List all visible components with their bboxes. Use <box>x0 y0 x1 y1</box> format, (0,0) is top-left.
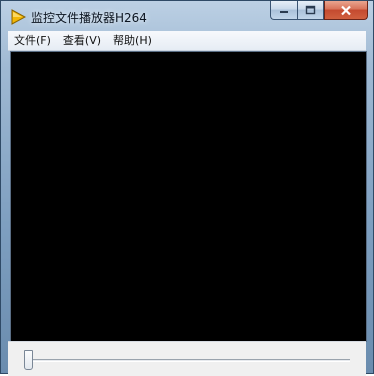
seek-slider-thumb[interactable] <box>24 350 33 370</box>
title-bar[interactable]: 监控文件播放器H264 <box>1 1 373 31</box>
menu-help[interactable]: 帮助(H) <box>107 31 158 50</box>
video-display[interactable] <box>10 51 367 342</box>
seek-slider-track[interactable] <box>24 359 350 362</box>
menu-bar: 文件(F) 查看(V) 帮助(H) <box>8 31 366 51</box>
menu-view[interactable]: 查看(V) <box>57 31 107 50</box>
minimize-icon <box>280 11 288 13</box>
menu-file[interactable]: 文件(F) <box>8 31 57 50</box>
playback-controls <box>8 341 366 376</box>
close-icon <box>341 5 351 15</box>
maximize-button[interactable] <box>297 1 324 20</box>
minimize-button[interactable] <box>270 1 297 20</box>
maximize-icon <box>305 5 316 15</box>
close-button[interactable] <box>324 1 368 20</box>
window-title: 监控文件播放器H264 <box>31 11 147 25</box>
caption-buttons <box>270 1 368 21</box>
play-triangle-icon <box>10 9 27 25</box>
app-window: 监控文件播放器H264 文件(F) 查看(V) 帮助(H) <box>0 0 374 376</box>
